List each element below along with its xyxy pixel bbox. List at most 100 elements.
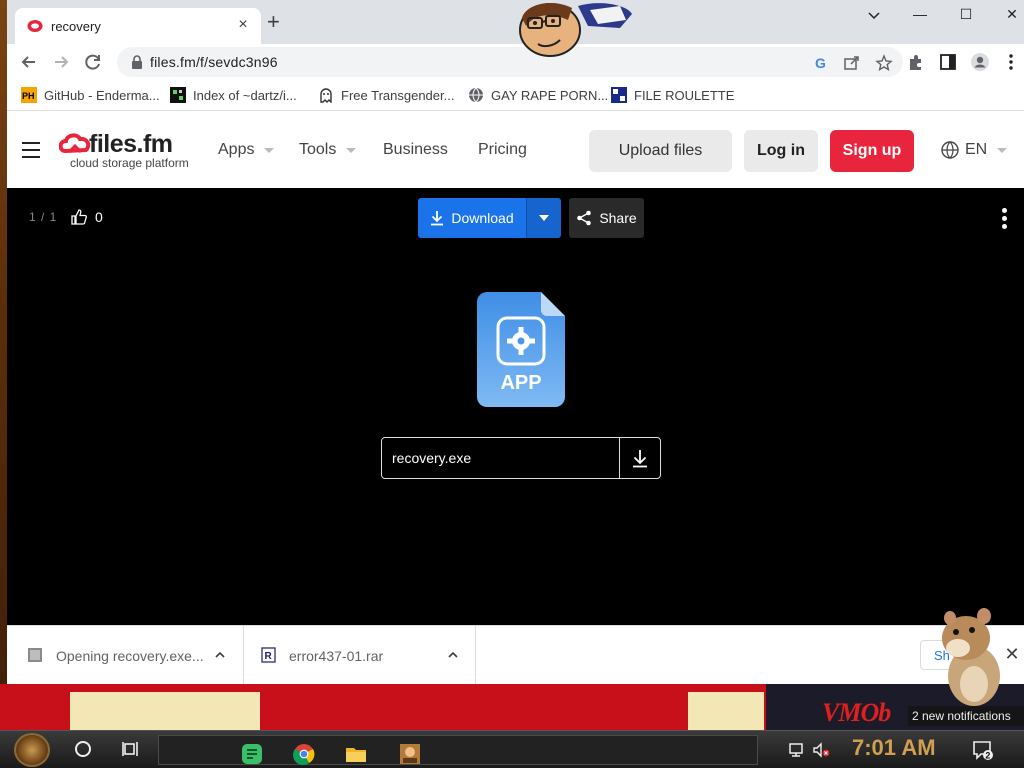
bookmark-label: GitHub - Enderma... <box>44 87 160 103</box>
taskbar-clock[interactable]: 7:01 AM <box>852 735 936 761</box>
nav-business[interactable]: Business <box>383 141 448 159</box>
bookmark-item[interactable]: Free Transgender... <box>318 86 454 104</box>
nav-tools[interactable]: Tools <box>299 141 357 159</box>
chevron-down-icon <box>264 147 275 153</box>
chrome-icon[interactable] <box>293 743 315 765</box>
wallpaper-panel <box>70 692 260 730</box>
svg-text:G: G <box>815 55 826 71</box>
file-counter: 1 / 1 <box>29 210 58 224</box>
ph-icon: PH <box>21 87 37 103</box>
notification-count: 2 <box>985 751 990 761</box>
download-icon <box>633 450 647 468</box>
signup-button[interactable]: Sign up <box>830 130 914 172</box>
notes-app-icon[interactable] <box>241 743 263 765</box>
bookmark-star-icon[interactable] <box>875 54 893 72</box>
file-viewer: 1 / 1 0 Download Share APP recovery.exe <box>7 188 1024 625</box>
tab-close-icon[interactable]: × <box>233 16 253 34</box>
nav-label: Tools <box>299 141 337 158</box>
site-header: files.fm cloud storage platform Apps Too… <box>7 112 1024 188</box>
search-circle-icon[interactable] <box>75 741 91 757</box>
wallpaper-panel <box>688 692 764 730</box>
file-name-box: recovery.exe <box>381 437 661 479</box>
close-window-button[interactable]: ✕ <box>997 6 1024 26</box>
rar-icon: R <box>261 647 276 663</box>
language-code: EN <box>965 141 988 158</box>
nav-label: Pricing <box>478 141 527 158</box>
restore-button[interactable]: ☐ <box>951 6 981 26</box>
upload-files-button[interactable]: Upload files <box>589 130 732 172</box>
brand-name: files.fm <box>89 130 173 158</box>
bookmark-label: Free Transgender... <box>341 87 455 103</box>
notification-tooltip: 2 new notifications <box>908 706 1024 726</box>
browser-menu-icon[interactable] <box>1001 52 1021 72</box>
browser-tab[interactable]: recovery × <box>15 8 261 44</box>
download-item[interactable]: R error437-01.rar <box>244 626 476 684</box>
network-icon[interactable] <box>788 742 806 758</box>
download-shelf: Opening recovery.exe... R error437-01.ra… <box>7 625 1024 684</box>
nav-label: Business <box>383 141 448 158</box>
volume-muted-icon[interactable] <box>812 742 830 758</box>
download-options-dropdown[interactable] <box>526 198 561 238</box>
app-file-icon: APP <box>477 292 565 407</box>
minimize-button[interactable]: — <box>905 6 935 26</box>
download-icon <box>431 211 444 226</box>
globe-icon <box>469 87 483 103</box>
chevron-down-icon <box>997 147 1008 153</box>
bookmark-item[interactable]: GAY RAPE PORN... <box>468 86 608 104</box>
download-button[interactable]: Download <box>418 198 526 238</box>
share-page-icon[interactable] <box>843 54 861 72</box>
profile-avatar-icon[interactable] <box>970 52 990 72</box>
tab-title: recovery <box>51 19 101 34</box>
bookmark-label: FILE ROULETTE <box>634 87 735 103</box>
file-name: recovery.exe <box>392 450 472 466</box>
chevron-up-icon[interactable] <box>447 650 459 660</box>
google-lens-icon[interactable]: G <box>812 54 830 72</box>
chevron-up-icon[interactable] <box>214 650 226 660</box>
new-tab-button[interactable]: + <box>267 11 280 33</box>
game-app-icon[interactable] <box>399 743 421 765</box>
hamburger-menu-icon[interactable] <box>22 142 40 158</box>
svg-text:R: R <box>265 651 273 662</box>
reload-icon[interactable] <box>80 49 106 75</box>
files-fm-logo[interactable]: files.fm cloud storage platform <box>59 130 199 170</box>
forward-arrow-icon[interactable] <box>48 49 74 75</box>
file-download-button[interactable] <box>619 438 660 478</box>
file-explorer-icon[interactable] <box>345 743 367 765</box>
language-selector[interactable]: EN <box>941 141 1008 159</box>
url-text: files.fm/f/sevdc3n96 <box>150 54 278 70</box>
bookmark-item[interactable]: Index of ~dartz/i... <box>170 86 297 104</box>
share-icon <box>577 210 592 226</box>
pixel-icon <box>170 87 186 103</box>
nav-pricing[interactable]: Pricing <box>478 141 527 159</box>
download-label: Download <box>451 210 514 226</box>
bookmarks-bar: PH GitHub - Enderma... Index of ~dartz/i… <box>7 79 1024 111</box>
browser-window: recovery × + — ☐ ✕ files.fm/f/sevdc3n96 … <box>7 0 1024 684</box>
lock-icon[interactable] <box>131 55 143 69</box>
bookmark-label: Index of ~dartz/i... <box>193 87 297 103</box>
wallpaper-text: VMOb <box>822 698 891 727</box>
ghost-icon <box>320 88 332 103</box>
bookmark-item[interactable]: PH GitHub - Enderma... <box>21 86 160 104</box>
back-arrow-icon[interactable] <box>16 49 42 75</box>
share-button[interactable]: Share <box>569 198 644 238</box>
files-fm-logo-icon <box>59 133 91 154</box>
extensions-puzzle-icon[interactable] <box>906 52 926 72</box>
taskbar-apps <box>158 735 758 765</box>
task-view-icon[interactable] <box>122 740 140 758</box>
start-button[interactable] <box>14 733 50 767</box>
like-button[interactable]: 0 <box>71 209 103 225</box>
files-fm-favicon-icon <box>27 20 43 32</box>
chevron-down-icon <box>346 147 357 153</box>
action-center-icon[interactable]: 2 <box>972 739 994 761</box>
download-item-label: error437-01.rar <box>289 648 384 664</box>
download-item[interactable]: Opening recovery.exe... <box>7 626 244 684</box>
bookmark-item[interactable]: FILE ROULETTE <box>611 86 734 104</box>
more-options-icon[interactable] <box>1002 208 1008 230</box>
login-button[interactable]: Log in <box>744 130 818 172</box>
nav-label: Apps <box>218 141 255 158</box>
bookmark-label: GAY RAPE PORN... <box>491 87 609 103</box>
tab-search-chevron-icon[interactable] <box>859 8 889 24</box>
nav-apps[interactable]: Apps <box>218 141 275 159</box>
side-panel-icon[interactable] <box>938 52 958 72</box>
roulette-icon <box>611 87 627 103</box>
